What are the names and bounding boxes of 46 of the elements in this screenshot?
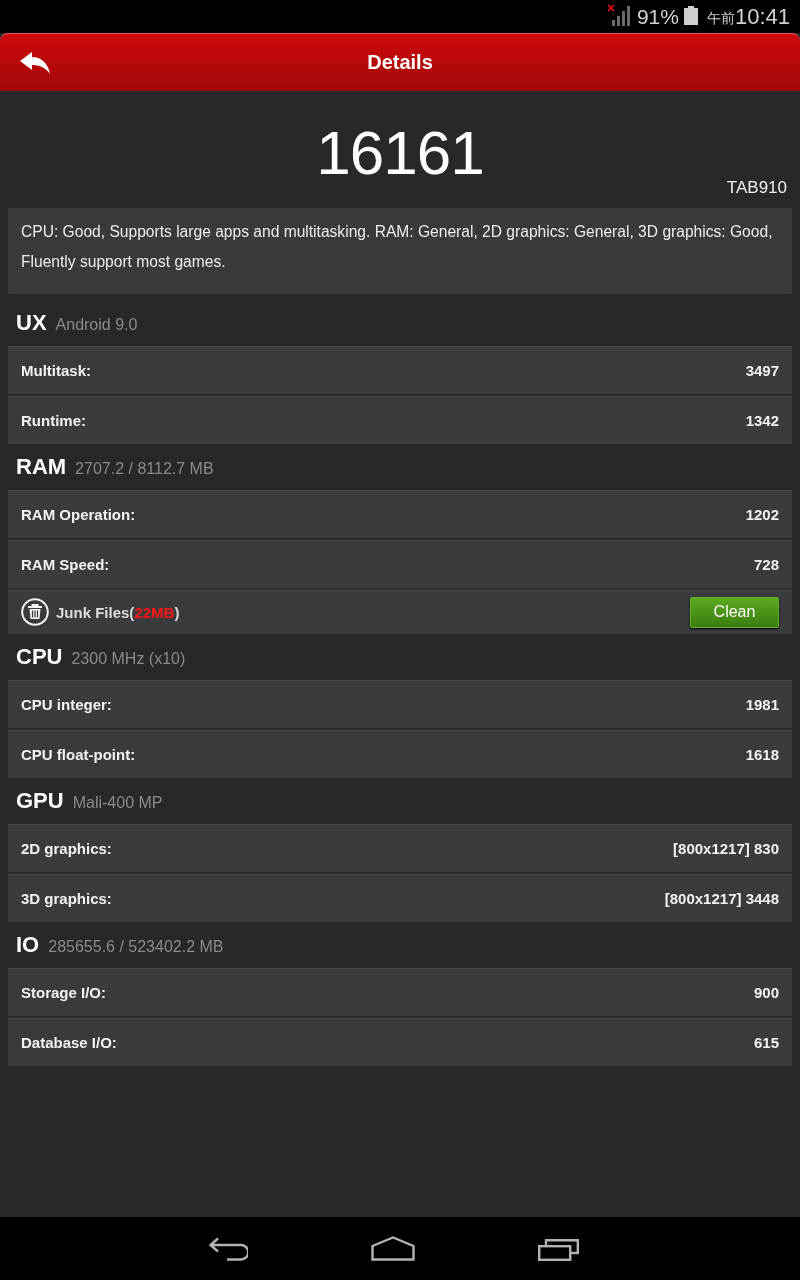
section-subtitle: Android 9.0 <box>55 315 138 335</box>
section-subtitle: 2300 MHz (x10) <box>71 649 186 669</box>
score-value: 1342 <box>745 411 779 429</box>
score-value: 3497 <box>745 361 779 379</box>
page-title: Details <box>367 51 433 74</box>
home-icon[interactable] <box>370 1236 415 1261</box>
section-subtitle: Mali-400 MP <box>72 793 163 813</box>
score-label: RAM Speed: <box>21 555 110 573</box>
score-label: Storage I/O: <box>21 983 106 1001</box>
summary-text: CPU: Good, Supports large apps and multitasking. RAM: General, 2D graphics: General, 3D graphics: Good, Fluently support most games. <box>21 222 774 272</box>
score-value: 900 <box>753 983 779 1001</box>
back-icon[interactable] <box>207 1236 248 1261</box>
section-title: IO <box>16 933 40 957</box>
score-value: [800x1217] 3448 <box>664 889 779 907</box>
score-value: 1202 <box>745 505 779 523</box>
score-value: 615 <box>753 1033 779 1051</box>
score-label: Multitask: <box>21 361 91 379</box>
score-label: CPU integer: <box>21 695 112 713</box>
signal-icon <box>606 3 631 26</box>
total-score: 16161 <box>316 122 484 184</box>
score-label: Runtime: <box>21 411 86 429</box>
score-label: 2D graphics: <box>21 839 112 857</box>
section-title: CPU <box>16 645 63 669</box>
trash-icon <box>21 598 49 626</box>
score-value: 1981 <box>745 695 779 713</box>
device-name: TAB910 <box>726 178 787 198</box>
battery-icon <box>683 6 698 25</box>
score-label: 3D graphics: <box>21 889 112 907</box>
score-label: RAM Operation: <box>21 505 136 523</box>
clean-button[interactable]: Clean <box>690 596 779 628</box>
junk-files-label: Junk Files(22MB) <box>56 603 180 621</box>
section-title: RAM <box>16 455 67 479</box>
section-title: UX <box>16 311 47 335</box>
section-subtitle: 2707.2 / 8112.7 MB <box>75 459 214 479</box>
time-period: 午前 <box>706 9 735 28</box>
score-label: CPU float-point: <box>21 745 136 763</box>
section-subtitle: 285655.6 / 523402.2 MB <box>48 937 224 957</box>
battery-percent: 91% <box>636 4 679 29</box>
score-value: [800x1217] 830 <box>673 839 779 857</box>
back-arrow-icon[interactable] <box>20 51 50 74</box>
score-value: 728 <box>753 555 779 573</box>
section-title: GPU <box>16 789 64 813</box>
score-value: 1618 <box>745 745 779 763</box>
recent-apps-icon[interactable] <box>537 1236 579 1261</box>
clock-time: 10:41 <box>734 3 790 30</box>
score-label: Database I/O: <box>21 1033 117 1051</box>
